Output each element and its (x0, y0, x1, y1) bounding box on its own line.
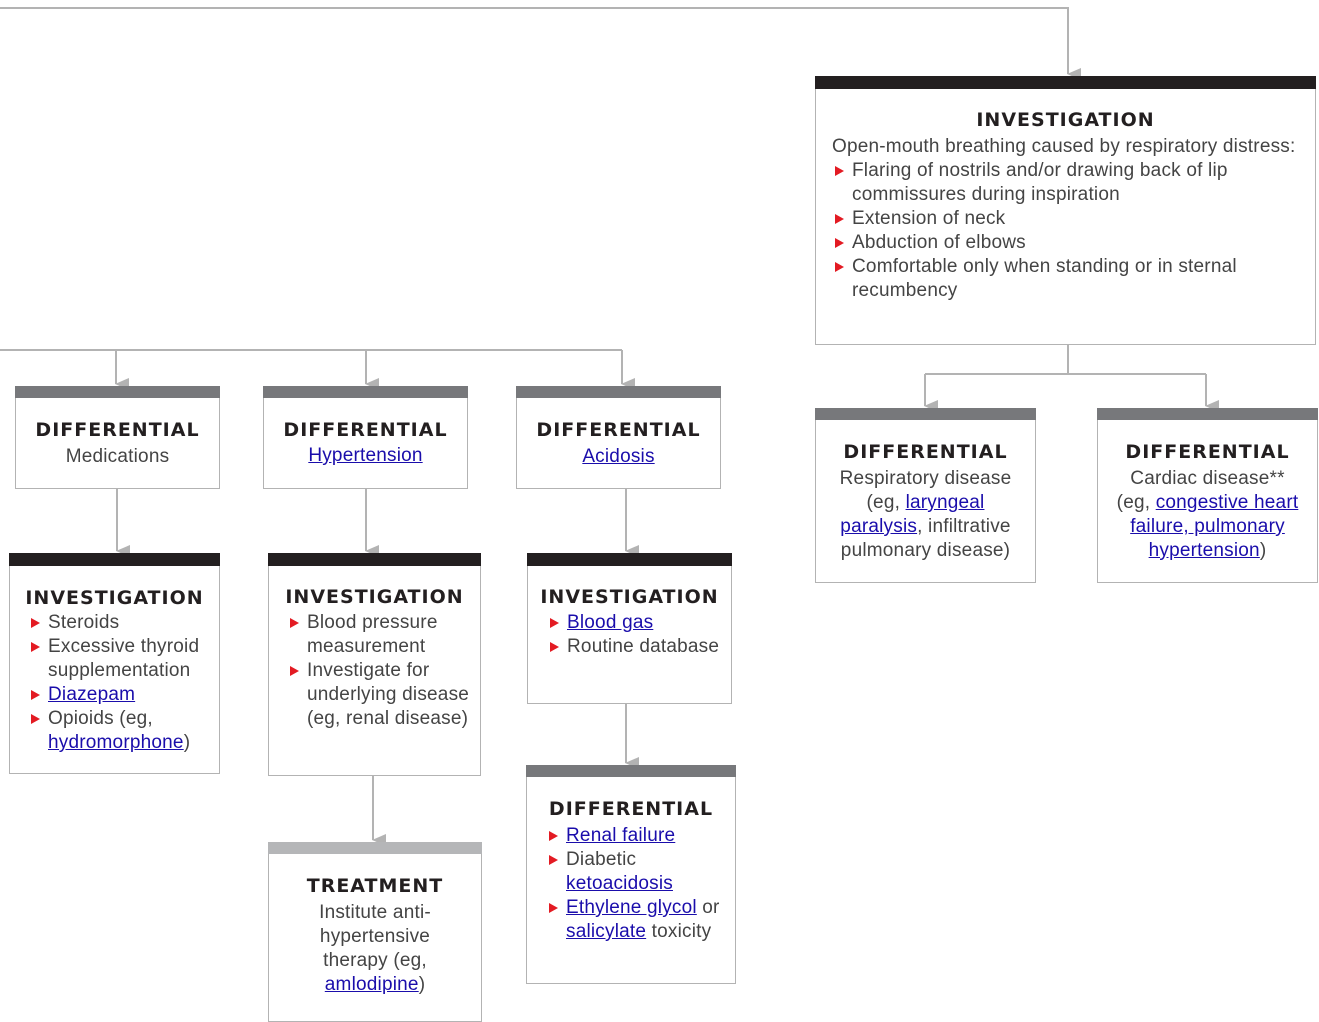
list-item: Blood gas (547, 611, 723, 635)
box-heading: DIFFERENTIAL (283, 419, 448, 441)
investigation-bar (527, 553, 732, 566)
connector-investigation-to-split (925, 345, 1069, 375)
box-heading: INVESTIGATION (285, 586, 464, 608)
differential-text: Cardiac disease** (1130, 468, 1285, 489)
acidosis-link[interactable]: Acidosis (582, 446, 654, 467)
differential-text: Medications (65, 446, 170, 467)
differential-acidosis-causes-box: DIFFERENTIAL Renal failure Diabetic keto… (526, 765, 736, 984)
list-item: Renal failure (546, 824, 727, 848)
list-item: Opioids (eg, hydromorphone) (28, 707, 213, 755)
list-item: Abduction of elbows (832, 231, 1305, 255)
list-item: Steroids (28, 611, 213, 635)
renal-failure-link[interactable]: Renal failure (566, 825, 675, 846)
ethylene-glycol-link[interactable]: Ethylene glycol (566, 897, 697, 918)
list-item: Ethylene glycol or salicylate toxicity (546, 896, 727, 944)
salicylate-link[interactable]: salicylate (566, 921, 646, 942)
congestive-heart-failure-link[interactable]: congestive heart failure, pulmonary hype… (1130, 492, 1298, 561)
differential-cardiac-box: DIFFERENTIAL Cardiac disease** (eg, cong… (1097, 408, 1318, 583)
differential-respiratory-box: DIFFERENTIAL Respiratory disease (eg, la… (815, 408, 1036, 583)
list-item: Blood pressure measurement (287, 611, 472, 659)
box-heading: INVESTIGATION (25, 587, 204, 609)
differential-text: Respiratory disease (839, 468, 1012, 489)
box-heading: TREATMENT (306, 875, 444, 897)
investigation-list: Blood gas Routine database (547, 611, 723, 659)
treatment-bar (268, 842, 482, 854)
list-item: Extension of neck (832, 207, 1305, 231)
list-item: Excessive thyroid supplementation (28, 635, 213, 683)
list-item: Diabetic ketoacidosis (546, 848, 727, 896)
investigation-list: Steroids Excessive thyroid supplementati… (28, 611, 213, 755)
list-item: Comfortable only when standing or in ste… (832, 255, 1305, 303)
list-item: Flaring of nostrils and/or drawing back … (832, 159, 1305, 207)
investigation-medications-box: INVESTIGATION Steroids Excessive thyroid… (9, 553, 220, 774)
investigation-bar (9, 553, 220, 566)
connector-top-to-investigation (0, 7, 1081, 80)
differential-acidosis-box: DIFFERENTIAL Acidosis (516, 386, 721, 489)
investigation-list: Blood pressure measurement Investigate f… (287, 611, 472, 731)
differential-bar (1097, 408, 1318, 420)
box-heading: INVESTIGATION (976, 109, 1155, 131)
treatment-hypertension-box: TREATMENT Institute anti-hypertensive th… (268, 842, 482, 1022)
blood-gas-link[interactable]: Blood gas (567, 612, 653, 633)
list-item: Diazepam (28, 683, 213, 707)
investigation-hypertension-box: INVESTIGATION Blood pressure measurement… (268, 553, 481, 776)
investigation-respiratory-distress-box: INVESTIGATION Open-mouth breathing cause… (815, 76, 1316, 345)
differential-bar (815, 408, 1036, 420)
differential-bar (516, 386, 721, 398)
investigation-sign-list: Flaring of nostrils and/or drawing back … (832, 159, 1305, 303)
box-heading: DIFFERENTIAL (35, 419, 200, 441)
box-heading: DIFFERENTIAL (843, 441, 1008, 463)
diazepam-link[interactable]: Diazepam (48, 684, 135, 705)
differential-bar (15, 386, 220, 398)
box-heading: DIFFERENTIAL (536, 419, 701, 441)
amlodipine-link[interactable]: amlodipine (325, 974, 419, 995)
treatment-text: Institute anti-hypertensive therapy (eg, (319, 902, 431, 971)
investigation-bar (268, 553, 481, 566)
differential-bar (263, 386, 468, 398)
box-heading: INVESTIGATION (540, 586, 719, 608)
investigation-intro: Open-mouth breathing caused by respirato… (832, 136, 1296, 157)
investigation-bar (815, 76, 1316, 89)
list-item: Routine database (547, 635, 723, 659)
hypertension-link[interactable]: Hypertension (308, 445, 422, 466)
differential-hypertension-box: DIFFERENTIAL Hypertension (263, 386, 468, 489)
box-heading: DIFFERENTIAL (548, 798, 714, 820)
list-item: Investigate for underlying disease (eg, … (287, 659, 472, 731)
investigation-acidosis-box: INVESTIGATION Blood gas Routine database (527, 553, 732, 704)
hydromorphone-link[interactable]: hydromorphone (48, 732, 184, 753)
ketoacidosis-link[interactable]: ketoacidosis (566, 873, 673, 894)
differential-bar (526, 765, 736, 777)
differential-list: Renal failure Diabetic ketoacidosis Ethy… (546, 824, 727, 944)
differential-medications-box: DIFFERENTIAL Medications (15, 386, 220, 489)
box-heading: DIFFERENTIAL (1125, 441, 1290, 463)
